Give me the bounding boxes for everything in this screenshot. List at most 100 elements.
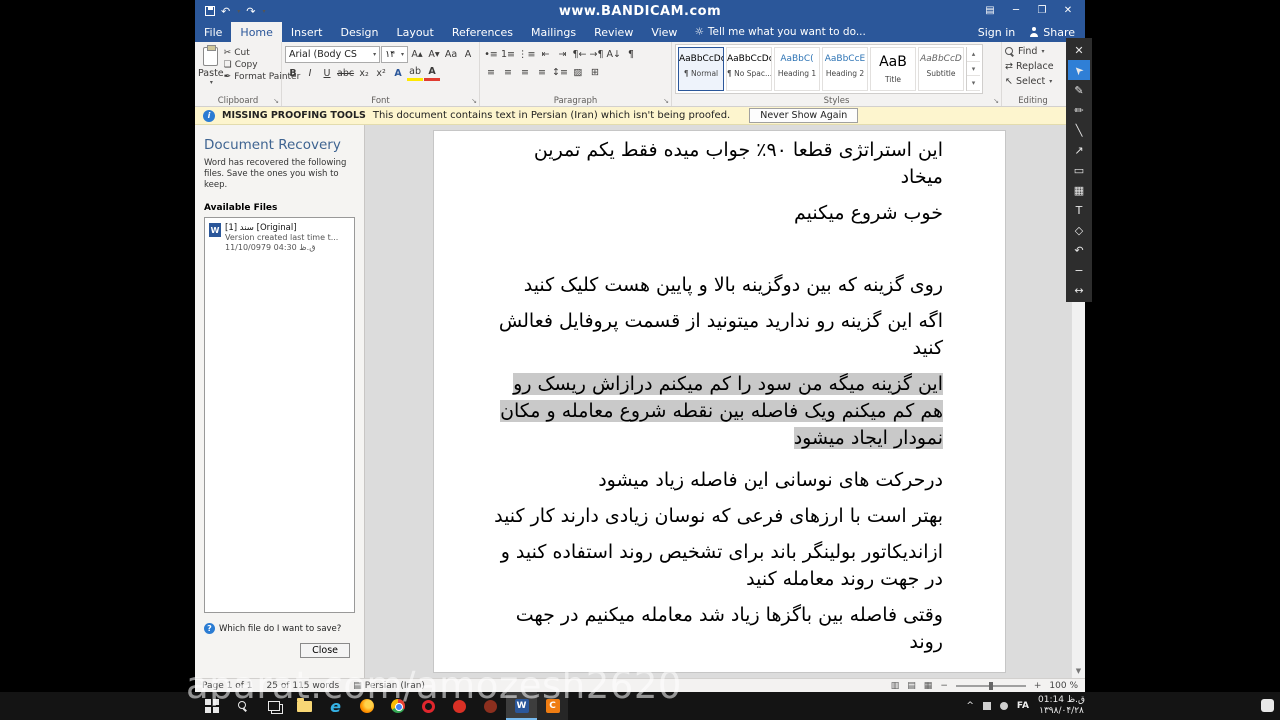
zoom-level[interactable]: 100 % [1049,681,1078,691]
rtl-direction-button[interactable]: ¶← [571,46,587,62]
gallery-more-icon[interactable]: ▾ [967,76,980,92]
taskbar-clock[interactable]: 01:14 ق.ظ ۱۳۹۸/۰۴/۲۸ [1038,695,1085,717]
cursor-tool-icon[interactable]: ➤ [1068,60,1090,80]
toolbar-minimize-icon[interactable]: − [1068,260,1090,280]
numbering-button[interactable]: 1≡ [500,46,516,62]
gallery-down-icon[interactable]: ▾ [967,62,980,77]
eraser-tool-icon[interactable]: ◇ [1068,220,1090,240]
zoom-slider-thumb[interactable] [988,681,993,690]
internet-explorer-button[interactable]: e [320,692,351,720]
which-file-help-link[interactable]: ? Which file do I want to save? [204,623,341,634]
multilevel-list-button[interactable]: ⋮≡ [517,46,536,62]
style-subtitle[interactable]: AaBbCcD Subtitle [918,47,964,91]
bandicam-taskbar-button[interactable]: C [537,692,568,720]
align-center-button[interactable]: ≡ [500,64,516,80]
rectangle-tool-icon[interactable]: ▭ [1068,160,1090,180]
tab-references[interactable]: References [443,22,522,42]
taskbar-search-button[interactable] [227,692,258,720]
language-indicator[interactable]: FA [1017,701,1029,711]
highlight-color-button[interactable]: ab [407,65,424,81]
zoom-slider[interactable] [955,681,1026,690]
borders-button[interactable]: ⊞ [587,64,603,80]
find-button[interactable]: Find ▾ [1005,44,1061,59]
style-no-spacing[interactable]: AaBbCcDc ¶ No Spac... [726,47,772,91]
sign-in-link[interactable]: Sign in [978,26,1016,39]
word-taskbar-button[interactable]: W [506,692,537,720]
tab-file[interactable]: File [195,22,231,42]
subscript-button[interactable]: x₂ [356,65,372,81]
tab-review[interactable]: Review [585,22,642,42]
style-title[interactable]: AaB Title [870,47,916,91]
task-view-button[interactable] [258,692,289,720]
grow-font-button[interactable]: A▴ [409,47,425,63]
undo-dropdown-icon[interactable]: ▾ [237,8,240,15]
gallery-up-icon[interactable]: ▴ [967,47,980,62]
style-normal[interactable]: AaBbCcDc ¶ Normal [678,47,724,91]
file-explorer-button[interactable] [289,692,320,720]
styles-launcher-icon[interactable]: ↘ [993,97,999,105]
page-count[interactable]: Page 1 of 1 [202,681,253,691]
ltr-direction-button[interactable]: →¶ [589,46,605,62]
select-button[interactable]: ↖ Select ▾ [1005,74,1061,89]
shrink-font-button[interactable]: A▾ [426,47,442,63]
tray-app-icon[interactable] [982,702,991,710]
read-mode-icon[interactable]: ▥ [891,681,900,691]
arrow-tool-icon[interactable]: ↗ [1068,140,1090,160]
text-tool-icon[interactable]: T [1068,200,1090,220]
firefox-button[interactable] [351,692,382,720]
print-layout-icon[interactable]: ▤ [907,681,916,691]
line-spacing-button[interactable]: ↕≡ [551,64,569,80]
undo-tool-icon[interactable]: ↶ [1068,240,1090,260]
tab-design[interactable]: Design [331,22,387,42]
superscript-button[interactable]: x² [373,65,389,81]
pen-tool-icon[interactable]: ✎ [1068,80,1090,100]
bold-button[interactable]: B [285,65,301,81]
ribbon-display-options-icon[interactable]: ▤ [977,0,1003,22]
chrome-button[interactable] [382,692,413,720]
align-left-button[interactable]: ≡ [483,64,499,80]
decrease-indent-button[interactable]: ⇤ [537,46,553,62]
paragraph-launcher-icon[interactable]: ↘ [663,97,669,105]
font-color-button[interactable]: A [424,65,441,81]
tray-app-icon[interactable] [999,702,1008,710]
tab-view[interactable]: View [642,22,686,42]
underline-button[interactable]: U [319,65,335,81]
font-size-combo[interactable]: ۱۴ ▾ [381,46,408,63]
word-count[interactable]: 25 of 115 words [267,681,340,691]
recovered-file-item[interactable]: W سند [1] [Original] Version created las… [209,223,350,253]
font-launcher-icon[interactable]: ↘ [471,97,477,105]
clear-formatting-button[interactable]: A [460,47,476,63]
shading-button[interactable]: ▨ [570,64,586,80]
toolbar-close-icon[interactable]: ✕ [1068,40,1090,60]
bullets-button[interactable]: •≡ [483,46,499,62]
mosaic-tool-icon[interactable]: ▦ [1068,180,1090,200]
start-button[interactable] [196,692,227,720]
clipboard-launcher-icon[interactable]: ↘ [273,97,279,105]
tray-expand-icon[interactable]: ^ [966,701,974,711]
recovery-close-button[interactable]: Close [300,643,350,658]
tab-insert[interactable]: Insert [282,22,332,42]
toolbar-move-icon[interactable]: ↔ [1068,280,1090,300]
save-icon[interactable] [205,6,215,16]
font-name-combo[interactable]: Arial (Body CS ▾ [285,46,381,63]
language-status[interactable]: ▤ Persian (Iran) [353,681,425,691]
marker-tool-icon[interactable]: ✏ [1068,100,1090,120]
change-case-button[interactable]: Aa [443,47,459,63]
text-effects-button[interactable]: A [390,65,406,81]
redo-icon[interactable]: ↷ [246,5,255,18]
zoom-out-icon[interactable]: − [940,681,948,691]
qat-customize-icon[interactable]: ▾ [262,8,265,15]
undo-icon[interactable]: ↶ [221,5,230,18]
minimize-icon[interactable]: ─ [1003,0,1029,22]
tab-layout[interactable]: Layout [387,22,442,42]
paste-button[interactable]: Paste ▾ [198,44,224,94]
tab-home[interactable]: Home [231,22,282,42]
align-right-button[interactable]: ≡ [517,64,533,80]
italic-button[interactable]: I [302,65,318,81]
tell-me-box[interactable]: ☼ Tell me what you want to do... [686,22,873,42]
sort-button[interactable]: A↓ [606,46,622,62]
document-page[interactable]: این استراتژی قطعا ۹۰٪ جواب میده فقط یکم … [433,130,1006,673]
share-button[interactable]: Share [1029,26,1075,39]
dark-app-button[interactable] [475,692,506,720]
justify-button[interactable]: ≡ [534,64,550,80]
